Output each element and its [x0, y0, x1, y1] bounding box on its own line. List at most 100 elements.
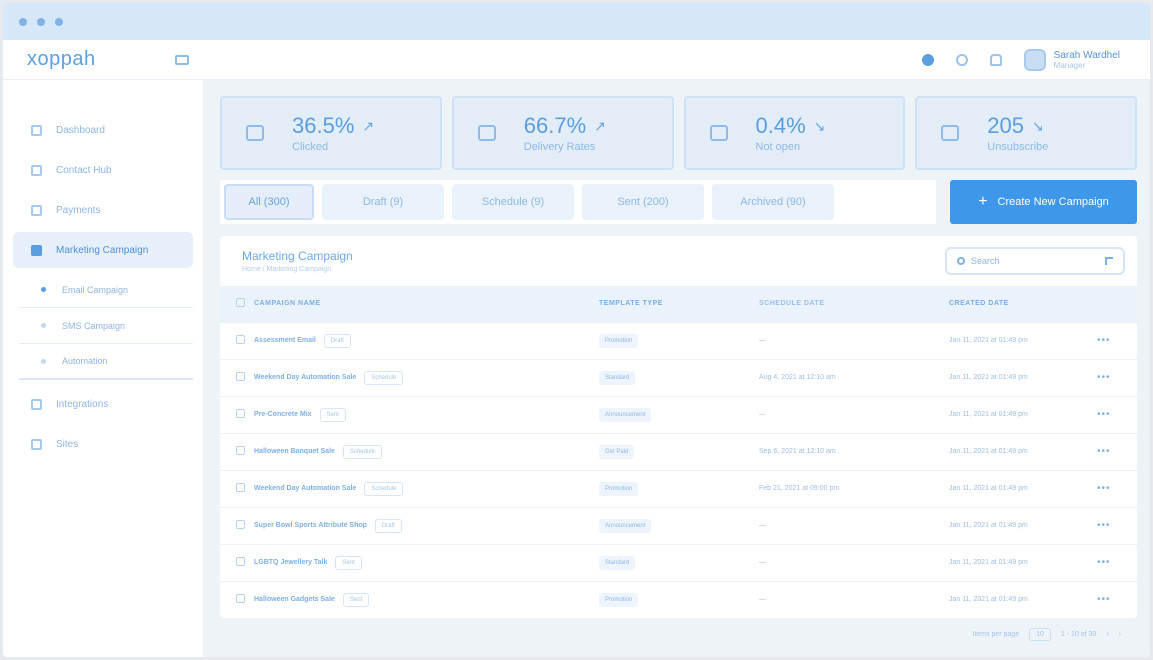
template-type-chip: Promotion — [599, 481, 639, 496]
stat-value: 205 — [987, 113, 1024, 138]
schedule-date: Sep 6, 2021 at 12:10 am — [759, 448, 836, 455]
globe-icon[interactable] — [921, 53, 934, 66]
envelope-check-icon — [477, 125, 496, 141]
created-date: Jan 11, 2021 at 01:49 pm — [949, 411, 1028, 418]
row-checkbox[interactable] — [236, 520, 245, 529]
per-page-label: Items per page — [972, 630, 1020, 638]
more-options-icon[interactable]: ••• — [1097, 359, 1137, 396]
column-header-template-type[interactable]: TEMPLATE TYPE — [599, 286, 759, 322]
status-badge: Schedule — [342, 444, 382, 459]
stat-card-delivery-rates: 66.7% ↗ Delivery Rates — [451, 96, 674, 170]
column-header-campaign-name[interactable]: CAMPAIGN NAME — [254, 286, 599, 322]
table-row[interactable]: Assessment Email Draft Promotion — Jan 11… — [220, 322, 1137, 359]
stat-value: 66.7% — [523, 113, 587, 138]
status-badge: Schedule — [364, 370, 404, 385]
stat-label: Not open — [755, 141, 801, 153]
campaign-name[interactable]: Halloween Gadgets Sale — [254, 596, 335, 603]
schedule-date: Feb 21, 2021 at 09:00 pm — [759, 485, 840, 492]
window-maximize-dot[interactable] — [55, 17, 63, 26]
sidebar-item-contact-hub[interactable]: Contact Hub — [13, 152, 193, 188]
filter-icon[interactable] — [1105, 257, 1113, 265]
sidebar-item-sites[interactable]: Sites — [13, 426, 193, 462]
table-row[interactable]: Weekend Day Automation Sale Schedule Stan… — [220, 359, 1137, 396]
more-options-icon[interactable]: ••• — [1097, 507, 1137, 544]
campaign-name[interactable]: LGBTQ Jewellery Talk — [254, 559, 327, 566]
create-campaign-button[interactable]: + Create New Campaign — [950, 180, 1137, 224]
more-options-icon[interactable]: ••• — [1097, 322, 1137, 359]
bullet-icon — [41, 358, 46, 364]
per-page-select[interactable]: 10 — [1029, 627, 1051, 641]
more-options-icon[interactable]: ••• — [1097, 470, 1137, 507]
tab-schedule[interactable]: Schedule (9) — [452, 184, 574, 220]
table-row[interactable]: LGBTQ Jewellery Talk Sent Standard — Jan … — [220, 544, 1137, 581]
more-options-icon[interactable]: ••• — [1097, 544, 1137, 581]
window-minimize-dot[interactable] — [37, 17, 45, 26]
logo[interactable]: xoppah — [3, 48, 203, 71]
prev-page-icon[interactable]: ‹ — [1106, 631, 1108, 638]
column-header-schedule-date[interactable]: SCHEDULE DATE — [759, 286, 949, 322]
search-placeholder: Search — [971, 256, 1000, 266]
sidebar-item-dashboard[interactable]: Dashboard — [13, 112, 193, 148]
tab-sent[interactable]: Sent (200) — [582, 184, 704, 220]
row-checkbox[interactable] — [236, 483, 245, 492]
status-badge: Sent — [319, 407, 346, 422]
tab-all[interactable]: All (300) — [224, 184, 314, 220]
sidebar-subitem-label: SMS Campaign — [62, 320, 126, 331]
trend-down-icon: ↘ — [1031, 117, 1044, 134]
campaign-name[interactable]: Weekend Day Automation Sale — [254, 485, 356, 492]
search-input[interactable]: Search — [945, 247, 1125, 275]
tab-draft[interactable]: Draft (9) — [322, 184, 444, 220]
sidebar-item-integrations[interactable]: Integrations — [13, 386, 193, 422]
window-titlebar — [3, 3, 1150, 40]
more-options-icon[interactable]: ••• — [1097, 581, 1137, 618]
sidebar-item-label: Integrations — [56, 398, 109, 410]
row-checkbox[interactable] — [236, 372, 245, 381]
table-row[interactable]: Weekend Day Automation Sale Schedule Prom… — [220, 470, 1137, 507]
sidebar-item-payments[interactable]: Payments — [13, 192, 193, 228]
sidebar-subitem-email-campaign[interactable]: Email Campaign — [19, 272, 193, 308]
search-icon — [957, 257, 965, 265]
more-options-icon[interactable]: ••• — [1097, 433, 1137, 470]
row-checkbox[interactable] — [236, 335, 245, 344]
gear-icon[interactable] — [955, 53, 968, 66]
row-checkbox[interactable] — [236, 594, 245, 604]
status-badge: Draft — [323, 333, 351, 348]
sidebar-item-marketing-campaign[interactable]: Marketing Campaign — [13, 232, 193, 268]
plug-icon — [31, 398, 42, 410]
row-checkbox[interactable] — [236, 409, 245, 418]
template-type-chip: Announcement — [599, 407, 652, 422]
sidebar-item-label: Payments — [56, 204, 101, 216]
campaign-name[interactable]: Halloween Banquet Sale — [254, 448, 335, 455]
bell-icon[interactable] — [989, 53, 1002, 66]
campaign-name[interactable]: Weekend Day Automation Sale — [254, 374, 356, 381]
table-row[interactable]: Halloween Gadgets Sale Sent Promotion — J… — [220, 581, 1137, 618]
table-row[interactable]: Halloween Banquet Sale Schedule Get Paid … — [220, 433, 1137, 470]
trend-down-icon: ↘ — [813, 117, 826, 134]
user-menu[interactable]: Sarah Wardhel Manager — [1023, 48, 1120, 71]
status-tabs: All (300) Draft (9) Schedule (9) Sent (2… — [220, 180, 936, 224]
created-date: Jan 11, 2021 at 01:49 pm — [949, 337, 1028, 344]
campaign-table-card: Marketing Campaign Home / Marketing Camp… — [220, 236, 1137, 618]
column-header-created-date[interactable]: CREATED DATE — [949, 286, 1097, 322]
campaign-name[interactable]: Assessment Email — [254, 337, 316, 344]
created-date: Jan 11, 2021 at 01:49 pm — [949, 485, 1028, 492]
breadcrumb[interactable]: Home / Marketing Campaign — [242, 266, 353, 273]
campaign-name[interactable]: Pre-Concrete Mix — [254, 411, 312, 418]
next-page-icon[interactable]: › — [1119, 631, 1121, 638]
table-row[interactable]: Pre-Concrete Mix Sent Announcement — Jan … — [220, 396, 1137, 433]
trend-up-icon: ↗ — [362, 117, 375, 134]
sidebar-collapse-icon[interactable] — [175, 54, 189, 65]
row-checkbox[interactable] — [236, 446, 245, 455]
row-checkbox[interactable] — [236, 557, 245, 566]
sidebar-subitem-sms-campaign[interactable]: SMS Campaign — [19, 308, 193, 344]
select-all-checkbox[interactable] — [236, 298, 245, 308]
window-close-dot[interactable] — [19, 17, 27, 26]
table-row[interactable]: Super Bowl Sports Attribute Shop Draft An… — [220, 507, 1137, 544]
more-options-icon[interactable]: ••• — [1097, 396, 1137, 433]
created-date: Jan 11, 2021 at 01:49 pm — [949, 448, 1028, 455]
created-date: Jan 11, 2021 at 01:49 pm — [949, 596, 1028, 604]
tab-archived[interactable]: Archived (90) — [712, 184, 834, 220]
campaign-name[interactable]: Super Bowl Sports Attribute Shop — [254, 522, 367, 529]
cursor-icon — [246, 125, 264, 141]
sidebar-subitem-automation[interactable]: Automation — [19, 344, 193, 380]
